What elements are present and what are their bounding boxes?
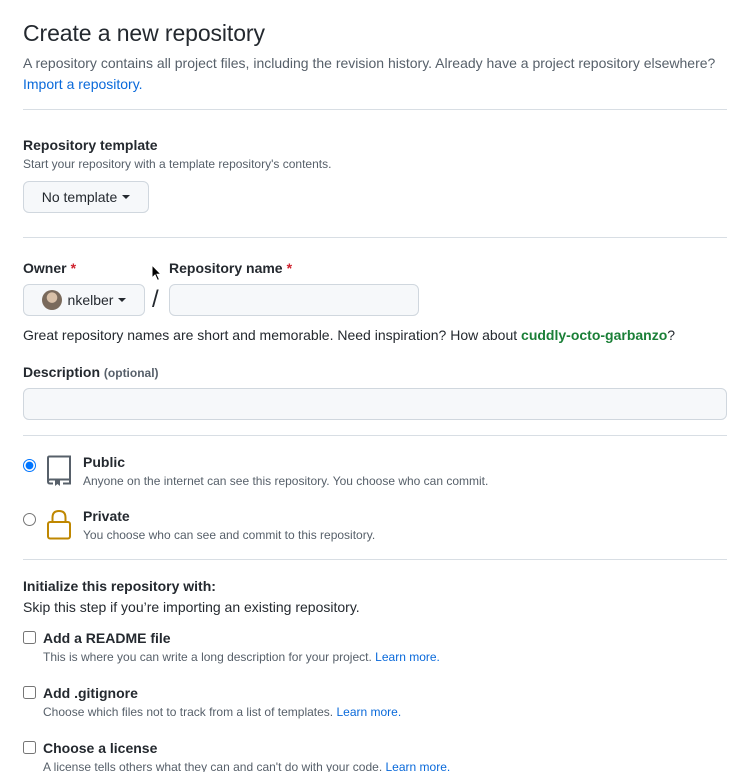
description-input[interactable]: [23, 388, 727, 420]
required-marker: *: [70, 260, 77, 276]
license-desc-text: A license tells others what they can and…: [43, 760, 383, 772]
readme-learn-more-link[interactable]: Learn more.: [375, 650, 440, 664]
template-dropdown-button[interactable]: No template: [23, 181, 149, 213]
lock-icon: [47, 509, 71, 540]
optional-tag: (optional): [103, 366, 159, 380]
license-option-title: Choose a license: [43, 740, 158, 756]
private-radio[interactable]: [23, 513, 36, 526]
readme-checkbox[interactable]: [23, 631, 36, 644]
caret-down-icon: [122, 195, 131, 199]
readme-option-description: This is where you can write a long descr…: [43, 650, 440, 664]
caret-down-icon: [118, 298, 127, 302]
license-learn-more-link[interactable]: Learn more.: [386, 760, 451, 772]
readme-desc-text: This is where you can write a long descr…: [43, 650, 372, 664]
initialize-heading: Initialize this repository with:: [23, 578, 216, 594]
gitignore-learn-more-link[interactable]: Learn more.: [336, 705, 401, 719]
intro-description: A repository contains all project files,…: [23, 55, 716, 71]
divider: [23, 559, 727, 560]
hint-prefix: Great repository names are short and mem…: [23, 327, 522, 343]
divider: [23, 109, 727, 110]
required-marker: *: [286, 260, 293, 276]
repository-name-label: Repository name *: [169, 260, 292, 276]
repo-icon: [46, 455, 71, 486]
license-option-description: A license tells others what they can and…: [43, 760, 450, 772]
name-suggestion-hint: Great repository names are short and mem…: [23, 327, 675, 343]
private-option-title: Private: [83, 508, 130, 524]
divider: [23, 435, 727, 436]
gitignore-checkbox[interactable]: [23, 686, 36, 699]
repository-name-input[interactable]: [169, 284, 419, 316]
owner-value: nkelber: [67, 292, 114, 308]
private-option-description: You choose who can see and commit to thi…: [83, 528, 376, 542]
public-radio[interactable]: [23, 459, 36, 472]
owner-dropdown-button[interactable]: nkelber: [23, 284, 145, 316]
description-label: Description (optional): [23, 364, 159, 380]
suggested-name-link[interactable]: cuddly-octo-garbanzo: [521, 327, 667, 343]
repository-name-label-text: Repository name: [169, 260, 283, 276]
readme-option-title: Add a README file: [43, 630, 171, 646]
gitignore-option-title: Add .gitignore: [43, 685, 138, 701]
initialize-subheading: Skip this step if you’re importing an ex…: [23, 599, 360, 615]
hint-suffix: ?: [667, 327, 676, 343]
import-repository-link[interactable]: Import a repository.: [23, 76, 143, 92]
description-label-text: Description: [23, 364, 101, 380]
owner-label: Owner *: [23, 260, 76, 276]
divider: [23, 237, 727, 238]
license-checkbox[interactable]: [23, 741, 36, 754]
template-note: Start your repository with a template re…: [23, 157, 332, 171]
gitignore-option-description: Choose which files not to track from a l…: [43, 705, 401, 719]
template-label: Repository template: [23, 137, 158, 153]
mouse-cursor-icon: [151, 264, 163, 282]
public-option-description: Anyone on the internet can see this repo…: [83, 474, 489, 488]
avatar: [41, 290, 62, 310]
owner-label-text: Owner: [23, 260, 67, 276]
gitignore-desc-text: Choose which files not to track from a l…: [43, 705, 334, 719]
template-button-label: No template: [41, 189, 118, 205]
owner-repo-separator: /: [152, 286, 159, 313]
public-option-title: Public: [83, 454, 126, 470]
intro-text: A repository contains all project files,…: [23, 53, 723, 95]
page-title: Create a new repository: [23, 20, 265, 46]
